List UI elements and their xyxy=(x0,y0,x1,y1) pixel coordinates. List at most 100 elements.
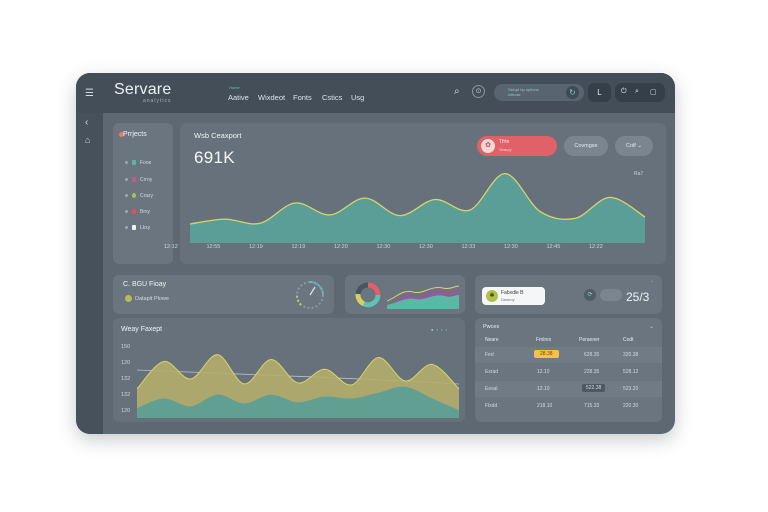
table-cell: Fed xyxy=(485,352,494,358)
lock-icon[interactable]: ⊙ xyxy=(472,85,485,98)
projects-title: Prrjects xyxy=(123,131,147,138)
donut-card xyxy=(345,275,465,314)
table-cell: 218.10 xyxy=(537,403,553,409)
x-tick: 12:19 xyxy=(291,244,306,250)
toggle[interactable] xyxy=(600,289,622,301)
layout-button[interactable]: L xyxy=(588,83,611,102)
y-tick: 120 xyxy=(121,408,131,414)
project-item[interactable]: Fooe xyxy=(125,160,151,166)
search-small-icon[interactable]: ⌕ xyxy=(635,88,639,96)
project-item[interactable]: Brxy xyxy=(125,209,150,215)
weekly-chart-card: Weay Faxept ● • • • 150 120 132 132 120 xyxy=(113,318,465,422)
refresh-icon[interactable]: ↻ xyxy=(566,86,579,99)
table-cell: Flxdd xyxy=(485,403,498,409)
top-bar: ☰ Servare analytics Home Aative Wixdeot … xyxy=(76,73,675,113)
stats-card: ✱ Fabxdle B Deseoy ⟳ 25/3 ◦ xyxy=(475,275,662,314)
project-item[interactable]: Lkxy xyxy=(125,225,150,231)
x-tick: 12:33 xyxy=(461,244,476,250)
table-header[interactable]: Codt xyxy=(623,337,634,343)
prices-table-card: Pwces ⌄ Neare Fmlres Peraener Codt Fed 2… xyxy=(475,318,662,422)
table-cell: 320.38 xyxy=(623,352,639,358)
donut-chart-icon xyxy=(355,282,381,308)
x-tick: 12:19 xyxy=(249,244,263,250)
x-tick: 12:20 xyxy=(334,244,348,250)
brand-subtitle: analytics xyxy=(143,98,172,104)
filter-button-sub: Searpy xyxy=(499,147,512,152)
nav-item-3[interactable]: Fonts xyxy=(293,93,312,102)
table-cell: 528.12 xyxy=(623,369,639,375)
cpu-card: C. BGU Fioay Datapit Plowe xyxy=(113,275,334,314)
x-tick: 12:22 xyxy=(589,244,603,250)
more-button[interactable]: Colf ⌄ xyxy=(615,136,653,156)
table-cell: 228.35 xyxy=(584,369,600,375)
weekly-chart-title: Weay Faxept xyxy=(121,326,163,333)
y-tick: 150 xyxy=(121,344,131,350)
search-icon[interactable]: ⌕ xyxy=(454,86,460,97)
table-cell: Exrad xyxy=(485,369,499,375)
y-tick: 132 xyxy=(121,392,131,398)
web-card-title: Wsb Ceaxport xyxy=(194,131,242,140)
x-tick: 12:30 xyxy=(376,244,391,250)
nav-item-4[interactable]: Cstics xyxy=(322,93,342,102)
table-cell: 12.10 xyxy=(537,369,550,375)
table-cell-highlight: 522.38 xyxy=(582,384,606,392)
link-icon[interactable]: ⟳ xyxy=(584,289,596,301)
table-row[interactable]: Flxdd 218.10 715.33 220.30 xyxy=(475,398,662,414)
projects-card: Prrjects Fooe Crroy Crazy Brxy Lkxy xyxy=(113,123,173,264)
bag-icon[interactable]: ⌂ xyxy=(85,135,90,145)
y-tick: 132 xyxy=(121,376,131,382)
status-pill-label: Fabxdle B xyxy=(501,290,524,296)
cpu-card-title: C. BGU Fioay xyxy=(123,281,167,288)
web-report-card: Wsb Ceaxport 691K ✿ Tfrte Searpy Covmgse… xyxy=(164,123,666,264)
table-cell: Eesal xyxy=(485,386,498,392)
chevron-down-icon[interactable]: ⌄ xyxy=(649,323,654,330)
maximize-icon[interactable]: ▢ xyxy=(650,88,657,96)
dashboard-window: ☰ Servare analytics Home Aative Wixdeot … xyxy=(76,73,675,434)
weekly-area-chart xyxy=(137,354,459,418)
back-chevron-icon[interactable]: ‹ xyxy=(85,117,88,128)
status-pill[interactable]: ✱ Fabxdle B Deseoy xyxy=(482,287,545,305)
x-tick: 12:30 xyxy=(419,244,433,250)
gauge-icon xyxy=(296,281,324,309)
status-dot-icon xyxy=(125,295,132,302)
stat-value: 25/3 xyxy=(626,290,650,304)
table-cell: 523.20 xyxy=(623,386,639,392)
x-tick: 12:30 xyxy=(504,244,518,250)
nav-item-1[interactable]: Aative xyxy=(228,93,249,102)
web-area-chart xyxy=(190,172,646,243)
chart-legend[interactable]: ● • • • xyxy=(431,327,448,332)
table-header[interactable]: Fmlres xyxy=(536,337,551,343)
filter-button[interactable]: ✿ Tfrte Searpy xyxy=(477,136,557,156)
table-cell: 220.30 xyxy=(623,403,639,409)
cpu-card-sub: Datapit Plowe xyxy=(125,295,169,302)
brand-logo[interactable]: Servare xyxy=(114,81,171,99)
table-header[interactable]: Neare xyxy=(485,337,499,343)
table-header[interactable]: Peraener xyxy=(579,337,600,343)
nav-item-2[interactable]: Wixdeot xyxy=(258,93,285,102)
search-pill-sub: ixthosk xyxy=(508,92,521,97)
table-row[interactable]: Eesal 12.10 522.38 523.20 xyxy=(475,381,662,397)
y-tick: 120 xyxy=(121,360,131,366)
search-pill[interactable]: Sslopt hp uptions ixthosk ↻ xyxy=(494,84,584,101)
table-cell: 715.33 xyxy=(584,403,600,409)
project-item[interactable]: Crroy xyxy=(125,177,152,183)
nav-item-5[interactable]: Usg xyxy=(351,93,364,102)
power-icon[interactable]: ⏻ xyxy=(621,88,627,96)
table-row[interactable]: Exrad 12.10 228.35 528.12 xyxy=(475,364,662,380)
compare-button[interactable]: Covmgse xyxy=(564,136,608,156)
filter-button-label: Tfrte xyxy=(499,139,510,145)
table-row[interactable]: Fed 28.38 628.35 320.38 xyxy=(475,347,662,363)
info-icon[interactable]: ◦ xyxy=(651,279,653,285)
x-tick: 12:12 xyxy=(164,244,178,250)
table-title: Pwces xyxy=(483,324,500,330)
sidebar: ‹ ⌂ xyxy=(76,113,103,434)
project-item[interactable]: Crazy xyxy=(125,193,153,199)
x-tick: 12:55 xyxy=(206,244,221,250)
table-cell-highlight: 28.38 xyxy=(534,350,559,358)
nav-active-tag: Home xyxy=(229,85,240,90)
gear-icon: ✿ xyxy=(481,139,495,153)
status-pill-sub: Deseoy xyxy=(501,297,515,302)
table-cell: 628.35 xyxy=(584,352,600,358)
web-card-value: 691K xyxy=(194,148,235,167)
menu-icon[interactable]: ☰ xyxy=(85,88,94,99)
